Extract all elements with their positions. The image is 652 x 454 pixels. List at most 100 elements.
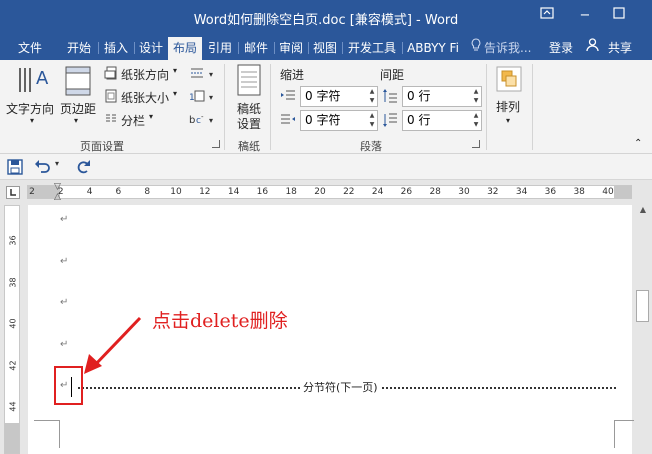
- margins-button[interactable]: 页边距: [60, 100, 96, 117]
- text-direction-button[interactable]: 文字方向: [6, 100, 54, 117]
- orientation-button[interactable]: 纸张方向: [121, 66, 169, 83]
- tab-abbyy[interactable]: ABBYY Fi: [404, 37, 462, 60]
- spinner-arrows-icon[interactable]: ▲ ▼: [471, 111, 481, 130]
- spacing-after-value: 0 行: [407, 113, 431, 127]
- spinner-arrows-icon[interactable]: ▲ ▼: [367, 87, 377, 106]
- svg-text:1: 1: [189, 93, 195, 103]
- tab-design[interactable]: 设计: [136, 37, 166, 60]
- svg-text:A: A: [36, 68, 49, 89]
- manuscript-settings-line2[interactable]: 设置: [237, 115, 261, 132]
- undo-icon[interactable]: [34, 158, 54, 176]
- chevron-down-icon: ▾: [74, 116, 79, 125]
- paragraph-launcher-icon[interactable]: [472, 140, 480, 148]
- arrange-button[interactable]: 排列: [496, 98, 520, 115]
- title-bar: Word如何删除空白页.doc [兼容模式] - Word −: [0, 0, 652, 36]
- columns-button[interactable]: 分栏: [121, 112, 145, 129]
- ruler-tick-label: 24: [371, 187, 384, 197]
- chevron-down-icon: ▾: [30, 116, 35, 125]
- ruler-tick-label: 2: [29, 187, 35, 197]
- scroll-up-icon[interactable]: ▲: [637, 205, 649, 214]
- ruler-tick-label: 32: [487, 187, 499, 197]
- redo-icon[interactable]: [74, 158, 92, 176]
- tab-layout[interactable]: 布局: [168, 37, 202, 60]
- line-numbers-icon[interactable]: 1 ▾: [188, 89, 218, 103]
- tab-developer[interactable]: 开发工具: [344, 37, 400, 60]
- ruler-tick-label: 36: [8, 235, 18, 246]
- indent-marker-icon[interactable]: △: [54, 192, 61, 202]
- tab-insert[interactable]: 插入: [100, 37, 132, 60]
- hyphenation-icon[interactable]: b c - ▾: [188, 112, 218, 126]
- chevron-down-icon: ▾: [173, 66, 178, 75]
- breaks-icon[interactable]: ▾: [188, 66, 218, 80]
- paper-size-icon[interactable]: [104, 89, 118, 103]
- ruler-tick-label: 38: [8, 276, 18, 288]
- manuscript-icon[interactable]: [235, 64, 263, 96]
- indent-left-input[interactable]: 0 字符 ▲ ▼: [300, 86, 378, 107]
- maximize-button[interactable]: [606, 6, 632, 26]
- ruler-tick-label: 20: [314, 187, 326, 197]
- orientation-icon[interactable]: [104, 66, 118, 80]
- spacing-before-icon: [382, 88, 398, 104]
- scrollbar-thumb[interactable]: [636, 290, 649, 322]
- columns-icon[interactable]: [104, 112, 118, 126]
- margins-icon[interactable]: [64, 66, 92, 96]
- spacing-before-value: 0 行: [407, 89, 431, 103]
- indent-right-input[interactable]: 0 字符 ▲ ▼: [300, 110, 378, 131]
- svg-text:b: b: [189, 115, 195, 126]
- indent-left-icon: [280, 88, 296, 104]
- indent-label: 缩进: [280, 68, 305, 82]
- ruler-tick-label: 30: [458, 187, 470, 197]
- annotation-arrow-icon: [84, 316, 142, 374]
- spinner-arrows-icon[interactable]: ▲ ▼: [471, 87, 481, 106]
- sign-in-link[interactable]: 登录: [544, 37, 578, 60]
- ruler-tick-label: 4: [86, 187, 93, 197]
- chevron-down-icon: ▾: [173, 89, 178, 98]
- text-direction-icon[interactable]: A: [12, 64, 56, 98]
- collapse-ribbon-icon[interactable]: ⌃: [634, 138, 642, 149]
- share-button[interactable]: 共享: [604, 37, 636, 60]
- ruler-tick-label: 12: [199, 187, 211, 197]
- ribbon-display-options-icon[interactable]: [534, 6, 560, 26]
- page-setup-launcher-icon[interactable]: [212, 140, 220, 148]
- ruler-tick-label: 6: [115, 187, 122, 197]
- ruler-tick-label: 34: [515, 187, 528, 197]
- indent-marker-icon[interactable]: ▽: [54, 182, 61, 192]
- tab-mailings[interactable]: 邮件: [240, 37, 272, 60]
- minimize-button[interactable]: −: [572, 6, 598, 26]
- tab-selector-icon[interactable]: [6, 186, 20, 199]
- spacing-before-input[interactable]: 0 行 ▲ ▼: [402, 86, 482, 107]
- share-person-icon[interactable]: [584, 37, 600, 60]
- tab-file[interactable]: 文件: [8, 37, 52, 60]
- arrange-icon[interactable]: [496, 66, 522, 92]
- ruler-tick-label: 42: [8, 359, 18, 371]
- paragraph-mark: ↵: [60, 214, 69, 225]
- spinner-arrows-icon[interactable]: ▲ ▼: [367, 111, 377, 130]
- ruler-tick-label: 14: [227, 187, 240, 197]
- ribbon-tab-bar: 文件 开始 插入 设计 布局 引用 邮件 审阅 视图 开发工具 ABBYY Fi…: [0, 36, 652, 60]
- paragraph-mark: ↵: [60, 256, 69, 267]
- paper-size-button[interactable]: 纸张大小: [121, 89, 169, 106]
- save-icon[interactable]: [7, 159, 23, 175]
- horizontal-ruler[interactable]: 2 2 4 6 8 10 12 14 16 18 20 22 24 26 28 30 32 34 36 38 40 ▽ …: [0, 182, 652, 202]
- quick-access-toolbar: ▾: [0, 154, 652, 180]
- tab-view[interactable]: 视图: [310, 37, 340, 60]
- indent-right-value: 0 字符: [305, 113, 341, 127]
- tell-me-search[interactable]: 告诉我...: [484, 37, 540, 60]
- ribbon-layout: A 文字方向 ▾ 页边距 ▾ 纸张方向 ▾ 纸张大小 ▾ 分栏 ▾ ▾ 1 ▾ b…: [0, 60, 652, 154]
- vertical-ruler[interactable]: 36 38 40 42 44: [4, 205, 20, 454]
- vertical-scrollbar[interactable]: ▲: [634, 202, 652, 454]
- chevron-down-icon[interactable]: ▾: [55, 159, 59, 168]
- spacing-after-input[interactable]: 0 行 ▲ ▼: [402, 110, 482, 131]
- lightbulb-icon[interactable]: [468, 37, 484, 60]
- manuscript-group-label: 稿纸: [238, 140, 260, 153]
- page-corner-mark: [34, 420, 60, 448]
- tab-home[interactable]: 开始: [62, 37, 96, 60]
- highlight-box: [54, 366, 83, 405]
- svg-text:-: -: [201, 113, 204, 121]
- paragraph-mark: ↵: [60, 297, 69, 308]
- ruler-tick-label: 40: [8, 318, 18, 329]
- ruler-tick-label: 10: [170, 187, 182, 197]
- tab-references[interactable]: 引用: [204, 37, 236, 60]
- spacing-label: 间距: [380, 68, 405, 82]
- tab-review[interactable]: 审阅: [276, 37, 306, 60]
